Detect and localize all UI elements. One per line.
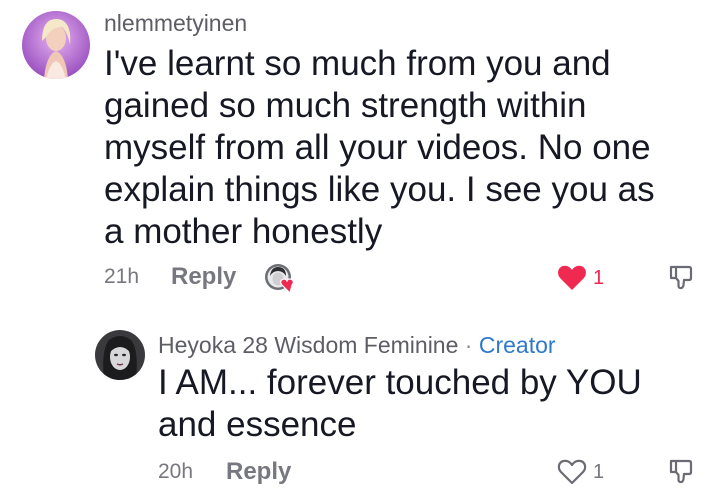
comment-text-line: explain things like you. I see you as bbox=[104, 170, 655, 209]
like-count: 1 bbox=[593, 461, 605, 483]
dislike-icon[interactable] bbox=[667, 263, 695, 291]
comment-username[interactable]: Heyoka 28 Wisdom Feminine bbox=[158, 332, 458, 358]
comment-text-line: a mother honestly bbox=[104, 212, 383, 251]
comment-text-line: I've learnt so much from you and bbox=[104, 44, 611, 83]
reply-button[interactable]: Reply bbox=[171, 263, 236, 291]
like-count: 1 bbox=[593, 267, 605, 289]
comment-text-line: gained so much strength within bbox=[104, 86, 587, 125]
reply-button[interactable]: Reply bbox=[226, 458, 291, 486]
comment-text-line: myself from all your videos. No one bbox=[104, 128, 651, 167]
comment-text-line: I AM... forever touched by YOU bbox=[158, 363, 642, 402]
creator-badge: Creator bbox=[478, 332, 556, 358]
comment-text: I've learnt so much from you and gained … bbox=[104, 43, 655, 253]
username-separator: · bbox=[464, 332, 473, 358]
comment-username[interactable]: nlemmetyinen bbox=[104, 10, 247, 37]
comment-timestamp: 20h bbox=[158, 460, 194, 483]
comment-username-line: Heyoka 28 Wisdom Feminine · Creator bbox=[158, 332, 556, 359]
heart-outline-icon[interactable] bbox=[557, 458, 587, 485]
comment-text: I AM... forever touched by YOU and essen… bbox=[158, 362, 642, 446]
avatar[interactable] bbox=[22, 11, 90, 79]
comment-text-line: and essence bbox=[158, 405, 357, 444]
heart-filled-icon[interactable] bbox=[557, 264, 587, 291]
creator-liked-avatar-icon bbox=[263, 262, 299, 294]
dislike-icon[interactable] bbox=[667, 457, 695, 485]
comment-timestamp: 21h bbox=[104, 265, 140, 288]
avatar[interactable] bbox=[95, 330, 145, 380]
